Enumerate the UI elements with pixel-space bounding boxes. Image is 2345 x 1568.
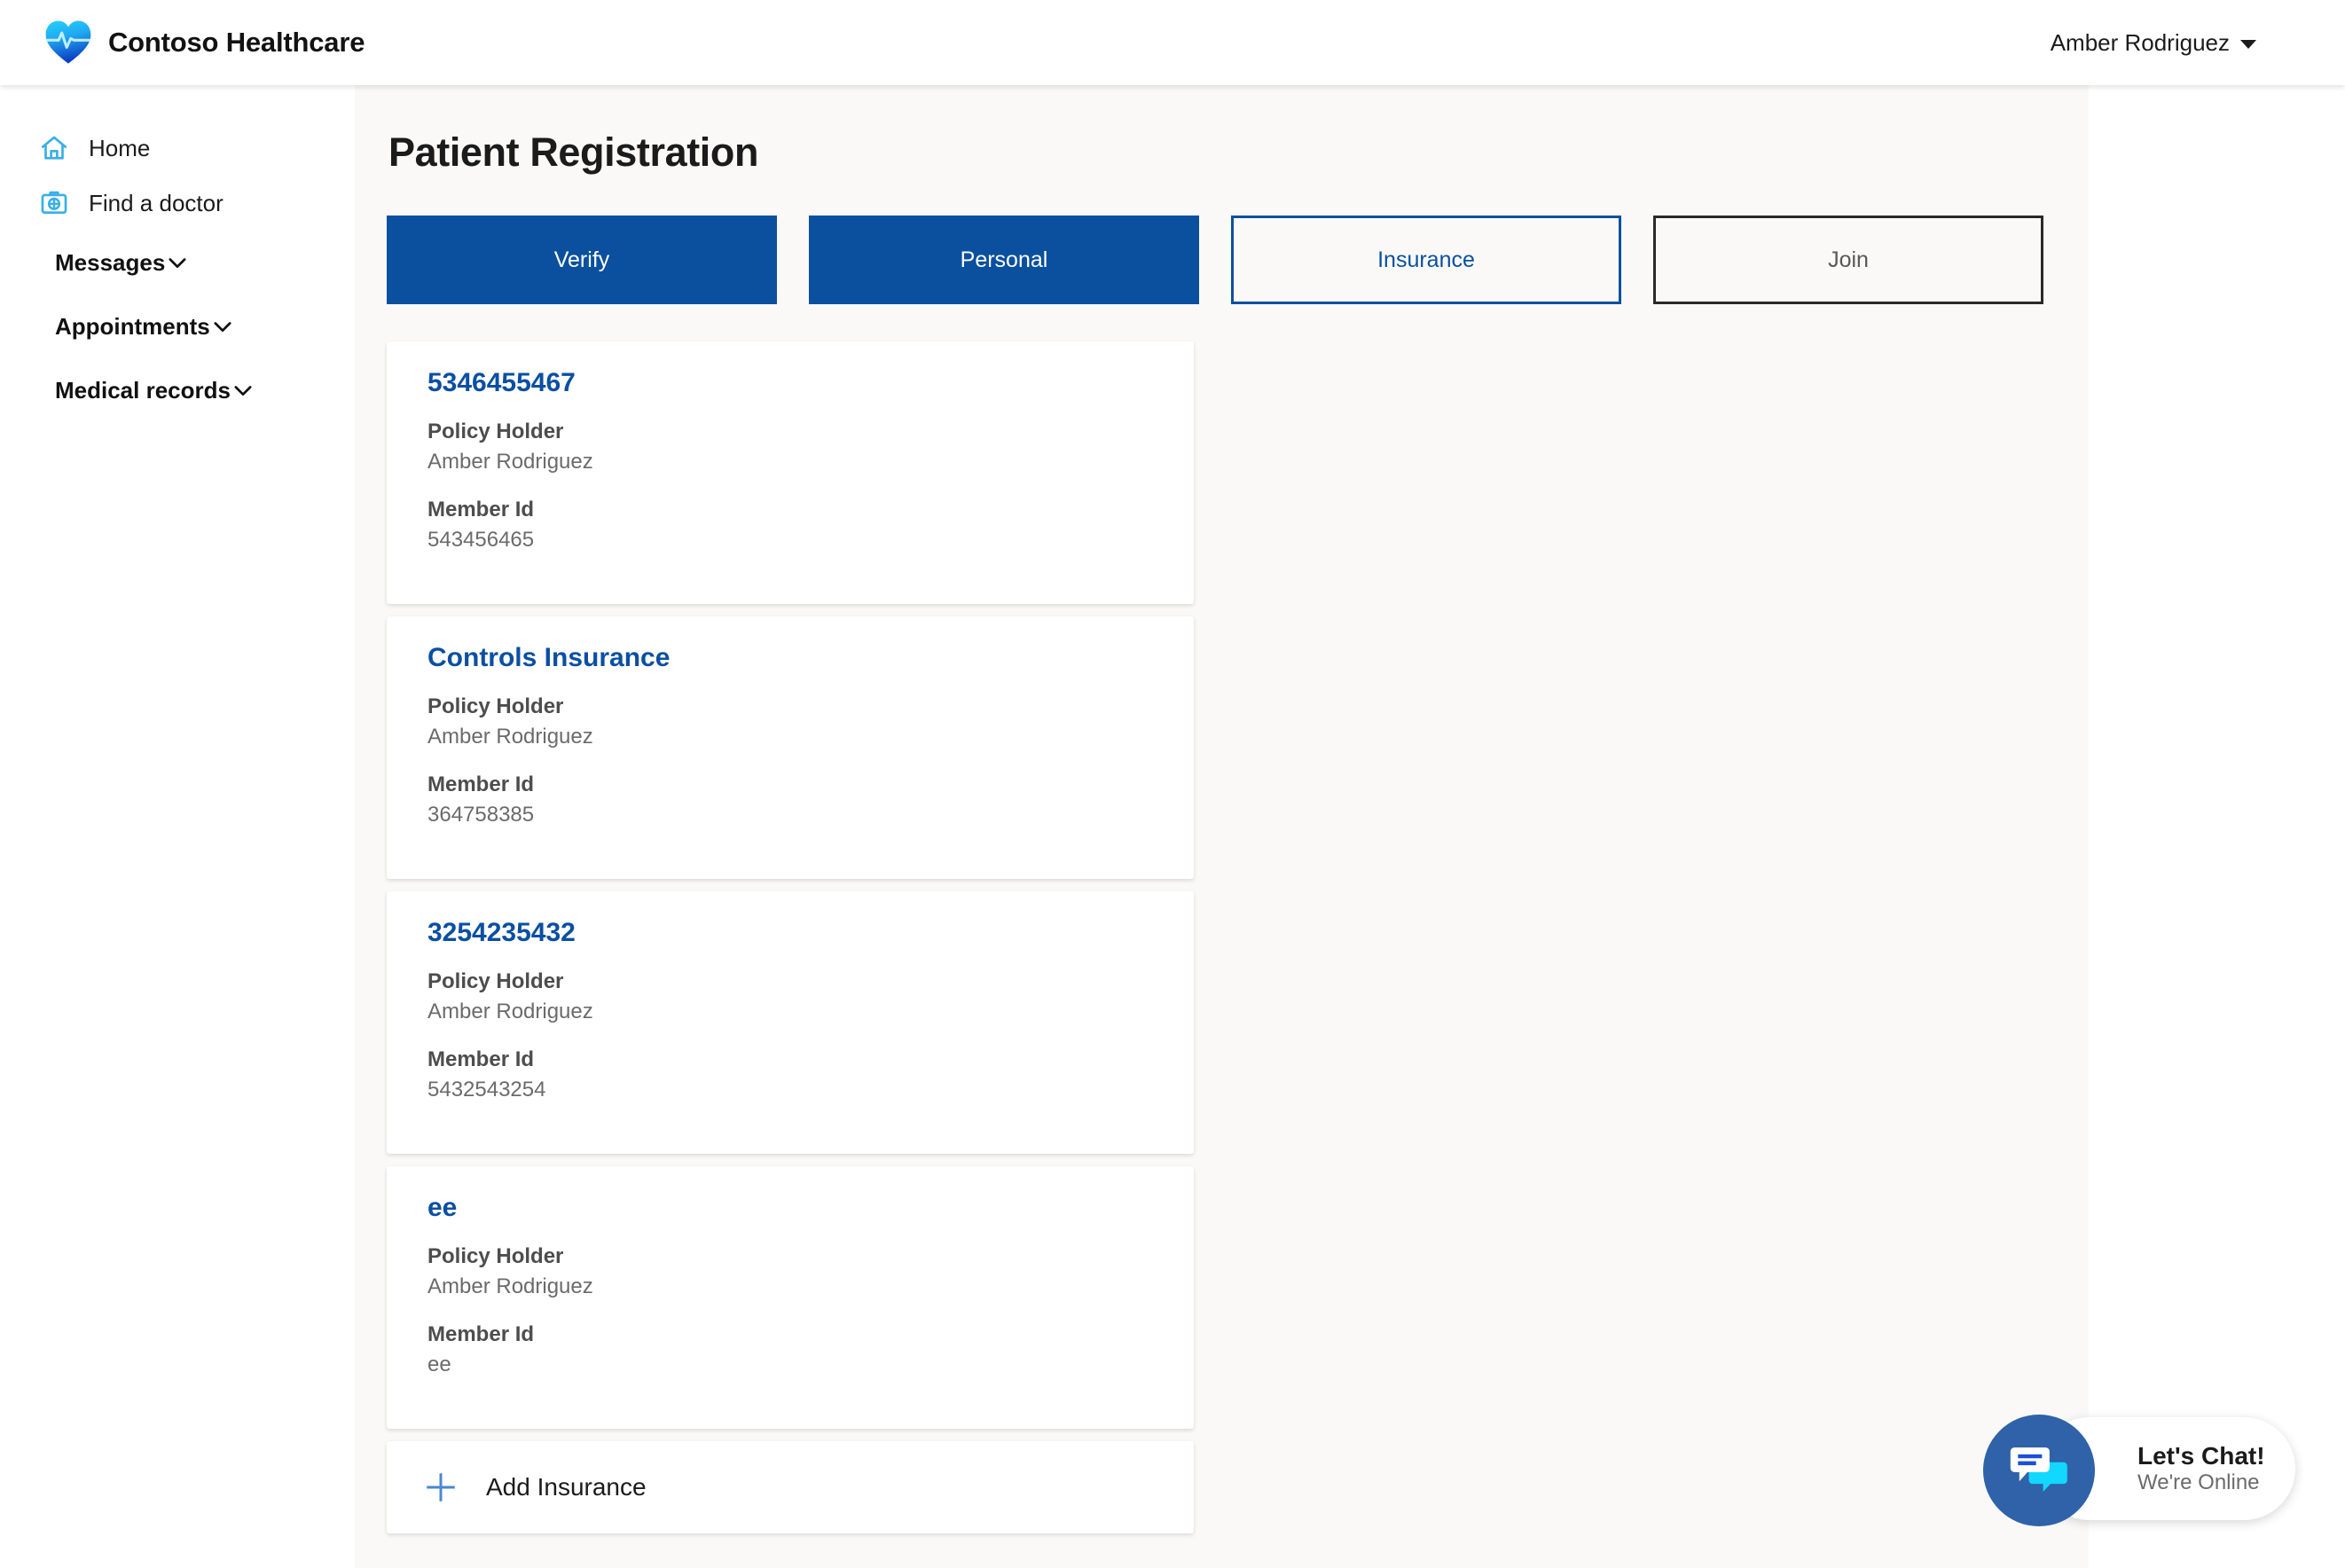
policy-holder-value: Amber Rodriguez [427, 450, 593, 474]
app-root: Contoso Healthcare Amber Rodriguez Home [0, 0, 2345, 1568]
sidebar-section-medical-records-label: Medical records [55, 376, 231, 404]
sidebar: Home Find a doctor Messages Appointments… [0, 85, 355, 1568]
chat-launcher-button[interactable] [1983, 1415, 2095, 1526]
sidebar-section-appointments-label: Appointments [55, 312, 210, 340]
add-insurance-button[interactable]: Add Insurance [387, 1441, 1194, 1533]
account-menu[interactable]: Amber Rodriguez [2051, 29, 2256, 57]
chevron-down-icon [210, 314, 235, 339]
chat-widget-title: Let's Chat! [2137, 1441, 2265, 1470]
member-id-label: Member Id [427, 1047, 535, 1071]
sidebar-section-messages-label: Messages [55, 248, 166, 276]
tab-insurance[interactable]: Insurance [1231, 216, 1621, 304]
caret-down-icon [2240, 40, 2256, 49]
sidebar-item-find-a-doctor[interactable]: Find a doctor [0, 176, 355, 231]
policy-holder-value: Amber Rodriguez [427, 1274, 593, 1298]
insurance-card[interactable]: Controls Insurance Policy Holder Amber R… [387, 616, 1194, 879]
policy-holder-label: Policy Holder [427, 694, 564, 718]
sidebar-item-home-label: Home [89, 134, 151, 161]
member-id-label: Member Id [427, 772, 535, 796]
chat-bubbles-icon [2006, 1438, 2072, 1503]
tab-personal[interactable]: Personal [809, 216, 1199, 304]
first-aid-kit-icon [39, 188, 69, 218]
member-id-label: Member Id [427, 1322, 535, 1346]
brand-name: Contoso Healthcare [108, 27, 365, 58]
app-header: Contoso Healthcare Amber Rodriguez [0, 0, 2345, 85]
insurance-card-title[interactable]: 3254235432 [427, 918, 1153, 948]
policy-holder-value: Amber Rodriguez [427, 725, 593, 749]
insurance-card-title[interactable]: ee [427, 1193, 1153, 1223]
sidebar-section-messages[interactable]: Messages [55, 231, 316, 294]
registration-steps: Verify Personal Insurance Join [387, 216, 2089, 304]
add-insurance-label: Add Insurance [486, 1473, 647, 1501]
chevron-down-icon [165, 250, 190, 275]
policy-holder-value: Amber Rodriguez [427, 1000, 593, 1023]
sidebar-item-home[interactable]: Home [0, 121, 355, 176]
insurance-card-title[interactable]: Controls Insurance [427, 643, 1153, 673]
insurance-card[interactable]: ee Policy Holder Amber Rodriguez Member … [387, 1166, 1194, 1429]
page-title: Patient Registration [388, 129, 759, 175]
tab-join[interactable]: Join [1653, 216, 2043, 304]
member-id-label: Member Id [427, 498, 535, 521]
member-id-value: 5432543254 [427, 1078, 546, 1102]
member-id-value: 543456465 [427, 528, 535, 552]
home-icon [39, 133, 69, 163]
insurance-card[interactable]: 3254235432 Policy Holder Amber Rodriguez… [387, 891, 1194, 1154]
sidebar-section-appointments[interactable]: Appointments [55, 294, 316, 358]
chat-widget[interactable]: Let's Chat! We're Online [1983, 1415, 2295, 1526]
policy-holder-label: Policy Holder [427, 419, 564, 443]
insurance-card[interactable]: 5346455467 Policy Holder Amber Rodriguez… [387, 341, 1194, 604]
member-id-value: 364758385 [427, 803, 535, 827]
chat-widget-status: We're Online [2137, 1470, 2260, 1494]
plus-icon [422, 1469, 459, 1506]
heart-pulse-logo-icon [43, 17, 94, 68]
chevron-down-icon [231, 378, 255, 403]
policy-holder-label: Policy Holder [427, 1244, 564, 1268]
account-name: Amber Rodriguez [2050, 28, 2230, 56]
main-content: Patient Registration Verify Personal Ins… [355, 85, 2089, 1568]
tab-verify[interactable]: Verify [387, 216, 777, 304]
brand[interactable]: Contoso Healthcare [43, 17, 365, 68]
member-id-value: ee [427, 1352, 451, 1376]
insurance-card-title[interactable]: 5346455467 [427, 368, 1153, 398]
policy-holder-label: Policy Holder [427, 969, 564, 993]
sidebar-section-medical-records[interactable]: Medical records [55, 358, 316, 422]
sidebar-item-find-a-doctor-label: Find a doctor [89, 189, 224, 216]
insurance-card-list: 5346455467 Policy Holder Amber Rodriguez… [387, 341, 1194, 1533]
